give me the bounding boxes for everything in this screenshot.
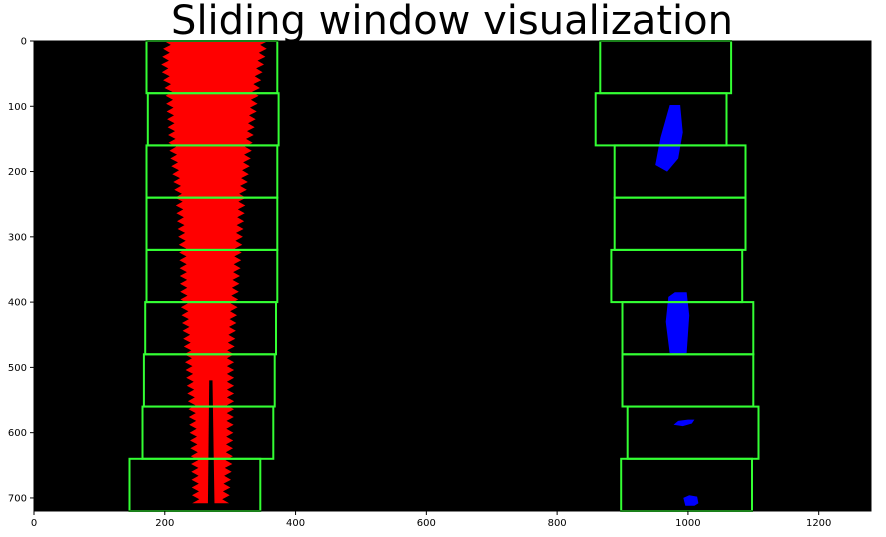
x-tick-label: 600 xyxy=(417,518,436,529)
y-tick-label: 200 xyxy=(8,167,27,178)
x-tick-label: 1000 xyxy=(675,518,700,529)
y-tick-label: 500 xyxy=(8,363,27,374)
y-axis: 0 100 200 300 400 500 600 700 xyxy=(8,37,34,504)
x-tick-label: 0 xyxy=(31,518,37,529)
y-tick-label: 0 xyxy=(21,37,27,48)
y-tick-label: 300 xyxy=(8,232,27,243)
chart-title: Sliding window visualization xyxy=(171,0,733,44)
x-tick-label: 1200 xyxy=(806,518,831,529)
x-tick-label: 800 xyxy=(548,518,567,529)
x-tick-label: 400 xyxy=(286,518,305,529)
sliding-window-figure: Sliding window visualization 0 200 400 600 8… xyxy=(8,0,872,529)
x-tick-label: 200 xyxy=(155,518,174,529)
plot-area xyxy=(34,41,871,511)
x-axis: 0 200 400 600 800 1000 1200 xyxy=(31,511,831,529)
y-tick-label: 600 xyxy=(8,428,27,439)
y-tick-label: 100 xyxy=(8,102,27,113)
y-tick-label: 700 xyxy=(8,493,27,504)
y-tick-label: 400 xyxy=(8,298,27,309)
